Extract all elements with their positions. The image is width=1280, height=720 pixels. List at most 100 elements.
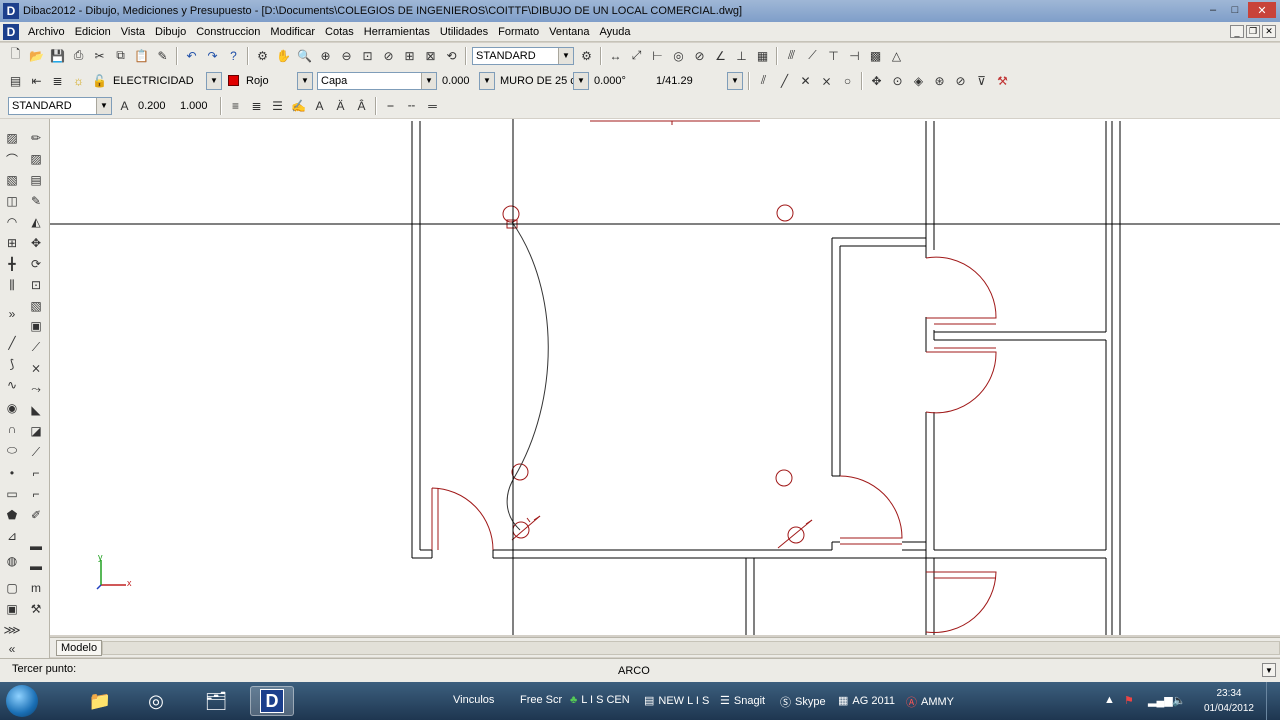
layer-on-icon[interactable]: ☼ — [69, 71, 88, 90]
new-icon[interactable]: 🗋 — [6, 46, 25, 65]
pencil-tool-icon[interactable]: ✏ — [26, 129, 46, 147]
command-line[interactable]: Tercer punto: ARCO ▼ — [0, 658, 1280, 682]
document-icon[interactable]: D — [3, 23, 19, 40]
column-icon[interactable]: ◫ — [2, 192, 22, 210]
arc-icon[interactable]: ◠ — [2, 213, 22, 231]
break-icon[interactable]: ⟋ — [26, 338, 46, 356]
menu-ventana[interactable]: Ventana — [544, 26, 594, 38]
cross-wall-icon[interactable]: ✕ — [796, 71, 815, 90]
floor-plan[interactable]: x y — [50, 119, 1280, 635]
scale-tool-icon[interactable]: ⊡ — [26, 276, 46, 294]
menu-dibujo[interactable]: Dibujo — [150, 26, 191, 38]
text-style-combo[interactable]: STANDARD ▼ — [8, 96, 112, 115]
zoom-all-icon[interactable]: ⊠ — [421, 46, 440, 65]
stair-icon[interactable]: ▤ — [26, 171, 46, 189]
menu-edicion[interactable]: Edicion — [70, 26, 116, 38]
dibac-taskbar-button[interactable]: D — [250, 686, 294, 716]
dim-ordinate-icon[interactable]: ⊥ — [732, 46, 751, 65]
layer-lock-icon[interactable]: 🔓 — [90, 71, 109, 90]
tray-alert-icon[interactable]: ⚑ — [1124, 694, 1134, 707]
trim-wall-icon[interactable]: ⊤ — [824, 46, 843, 65]
angle-field[interactable]: 0.000° — [591, 72, 653, 90]
extend-icon[interactable]: ⤳ — [26, 380, 46, 398]
lineweight-dropdown[interactable]: ▼ — [479, 71, 495, 90]
more-tools-icon[interactable]: ⋙ — [2, 621, 22, 639]
text-style-settings-icon[interactable]: A — [115, 96, 134, 115]
text-width-field[interactable]: 1.000 — [177, 97, 217, 115]
scale-field[interactable]: 1/41.29 — [653, 72, 725, 90]
drawing-area[interactable]: x y — [50, 119, 1280, 635]
menu-cotas[interactable]: Cotas — [320, 26, 359, 38]
polygon-icon[interactable]: ⬟ — [2, 506, 22, 524]
door-icon[interactable]: ⌒ — [2, 150, 22, 168]
chrome-icon[interactable]: ◎ — [134, 686, 178, 716]
menu-vista[interactable]: Vista — [116, 26, 150, 38]
help-icon[interactable]: ? — [224, 46, 243, 65]
donut-icon[interactable]: ◍ — [2, 552, 22, 570]
layer-previous-icon[interactable]: ⇤ — [27, 71, 46, 90]
table-icon[interactable]: ▦ — [753, 46, 772, 65]
brush-icon[interactable]: ✐ — [26, 506, 46, 524]
chevron-down-icon[interactable]: ▼ — [480, 72, 494, 89]
app-icon[interactable]: D — [3, 3, 19, 19]
hatch-icon[interactable]: ▩ — [866, 46, 885, 65]
doc-restore-button[interactable]: ❐ — [1246, 25, 1260, 38]
grid-icon[interactable]: ⊞ — [2, 234, 22, 252]
taskbar-item-ammy[interactable]: Ⓐ AMMY — [906, 694, 954, 710]
wall-join-icon[interactable]: ▧ — [2, 171, 22, 189]
line-tool-icon[interactable]: ╱ — [2, 334, 22, 352]
start-button[interactable] — [6, 685, 38, 717]
arc-tool-icon[interactable]: ∩ — [2, 420, 22, 438]
snap-icon[interactable]: ⚙ — [253, 46, 272, 65]
dim-diameter-icon[interactable]: ⊘ — [690, 46, 709, 65]
wall-icon[interactable]: ⫽ — [754, 71, 773, 90]
chevron-down-icon[interactable]: ▼ — [207, 72, 221, 89]
hatch-tool-icon[interactable]: ▨ — [2, 129, 22, 147]
region-icon[interactable]: ▢ — [2, 579, 22, 597]
rotate-icon[interactable]: ⟳ — [26, 255, 46, 273]
lineweight-field[interactable]: 0.000 — [439, 72, 477, 90]
undo-icon[interactable]: ↶ — [182, 46, 201, 65]
snap-perpendicular-icon[interactable]: ⊽ — [972, 71, 991, 90]
menu-ayuda[interactable]: Ayuda — [594, 26, 635, 38]
text-single-icon[interactable]: A — [310, 96, 329, 115]
chamfer-icon[interactable]: ⟋ — [26, 443, 46, 461]
paint-icon[interactable]: ◪ — [26, 422, 46, 440]
menu-herramientas[interactable]: Herramientas — [359, 26, 435, 38]
taskbar-item-new-lis[interactable]: ▤ NEW L I S — [644, 694, 709, 708]
erase-icon[interactable]: ▧ — [26, 297, 46, 315]
wall-tools-icon[interactable]: ⫻ — [782, 46, 801, 65]
ellipse-icon[interactable]: ⬭ — [2, 441, 22, 459]
measure-icon[interactable]: m — [26, 579, 46, 597]
text-scale-icon[interactable]: Â — [352, 96, 371, 115]
leader-icon[interactable]: ⎯ — [381, 96, 400, 115]
taskbar-item-vinculos[interactable]: Vinculos — [453, 694, 494, 706]
zoom-out-icon[interactable]: ⊖ — [337, 46, 356, 65]
snap-center-icon[interactable]: ⊙ — [888, 71, 907, 90]
taskbar-item-snagit[interactable]: ☰ Snagit — [720, 694, 765, 708]
trim-tool-icon[interactable]: ⨯ — [26, 359, 46, 377]
cut-icon[interactable]: ✂ — [90, 46, 109, 65]
dashed-line-icon[interactable]: ╌ — [402, 96, 421, 115]
scale-dropdown[interactable]: ▼ — [727, 71, 743, 90]
ruler-icon[interactable]: ▬ — [26, 537, 46, 555]
zoom-window-icon[interactable]: ⊡ — [358, 46, 377, 65]
pan-icon[interactable]: ✋ — [274, 46, 293, 65]
folder-icon[interactable]: 🗂 — [194, 686, 238, 716]
dim-aligned-icon[interactable]: ⤢ — [627, 46, 646, 65]
cross-icon[interactable]: ╋ — [2, 255, 22, 273]
open-icon[interactable]: 📂 — [27, 46, 46, 65]
doc-close-button[interactable]: ✕ — [1262, 25, 1276, 38]
copy-icon[interactable]: ⧉ — [111, 46, 130, 65]
snap-tangent-icon[interactable]: ⊘ — [951, 71, 970, 90]
taskbar-item-ag2011[interactable]: ▦ AG 2011 — [838, 694, 895, 708]
window-icon[interactable]: ▨ — [26, 150, 46, 168]
snap-quadrant-icon[interactable]: ◈ — [909, 71, 928, 90]
save-icon[interactable]: 💾 — [48, 46, 67, 65]
taskbar-item-skype[interactable]: Ⓢ Skype — [780, 694, 826, 710]
close-button[interactable]: ✕ — [1248, 2, 1276, 18]
network-icon[interactable]: ▂▄▆ — [1148, 694, 1173, 707]
taskbar-item-lis-cen[interactable]: ♣ L I S CEN — [570, 694, 630, 706]
double-line-icon[interactable]: ═ — [423, 96, 442, 115]
chevron-down-icon[interactable]: ▼ — [558, 47, 573, 64]
